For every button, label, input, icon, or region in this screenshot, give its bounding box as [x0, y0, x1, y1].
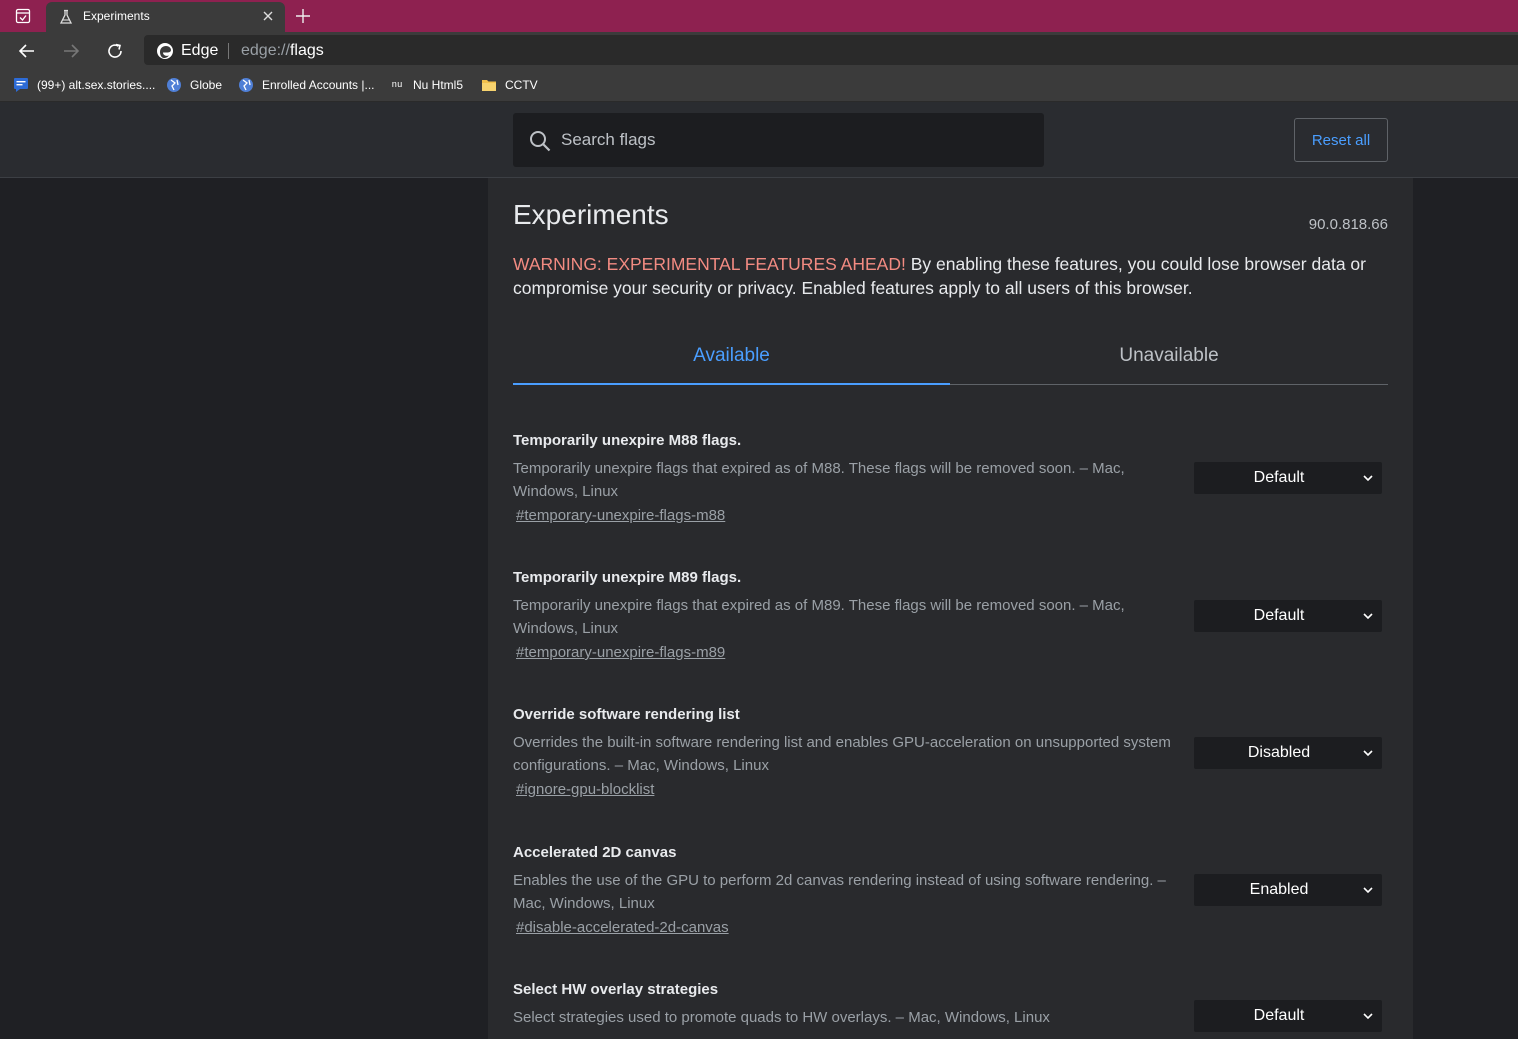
flag-name: Select HW overlay strategies [513, 981, 719, 998]
chevron-down-icon [1363, 750, 1373, 757]
bookmark-item[interactable]: Enrolled Accounts |... [238, 76, 375, 94]
version-label: 90.0.818.66 [1308, 216, 1388, 233]
url-path: flags [289, 42, 324, 59]
warning-strong: WARNING: EXPERIMENTAL FEATURES AHEAD! [513, 254, 906, 274]
flag-name: Override software rendering list [513, 706, 740, 723]
bookmark-folder[interactable]: CCTV [481, 76, 538, 94]
flag-select-value: Disabled [1247, 744, 1311, 761]
flag-select[interactable]: Enabled [1194, 874, 1382, 906]
bookmark-label: Globe [190, 78, 223, 92]
flag-item: Override software rendering list Overrid… [513, 706, 1388, 826]
flags-tabs: Available Unavailable [513, 328, 1388, 385]
url-scheme: edge:// [241, 42, 290, 59]
flag-select[interactable]: Default [1194, 600, 1382, 632]
tab-unavailable[interactable]: Unavailable [950, 328, 1388, 385]
flag-description: Temporarily unexpire flags that expired … [513, 597, 1125, 637]
bookmark-label: (99+) alt.sex.stories.... [37, 78, 156, 92]
flag-description: Enables the use of the GPU to perform 2d… [513, 872, 1166, 912]
forward-icon[interactable] [61, 41, 81, 61]
folder-icon [482, 80, 496, 91]
chevron-down-icon [1363, 613, 1373, 620]
close-tab-icon[interactable] [261, 9, 275, 23]
address-bar[interactable]: Edge edge://flags [144, 35, 1518, 65]
search-box[interactable] [513, 113, 1044, 167]
flag-item: Temporarily unexpire M88 flags. Temporar… [513, 432, 1388, 552]
warning-message: WARNING: EXPERIMENTAL FEATURES AHEAD! By… [513, 252, 1373, 300]
chevron-down-icon [1363, 1013, 1373, 1020]
bookmark-label: CCTV [505, 78, 538, 92]
flag-name: Temporarily unexpire M88 flags. [513, 432, 742, 449]
chevron-down-icon [1363, 475, 1373, 482]
flag-description: Temporarily unexpire flags that expired … [513, 460, 1125, 500]
experiments-panel: Experiments 90.0.818.66 WARNING: EXPERIM… [488, 178, 1413, 1039]
flag-select[interactable]: Default [1194, 462, 1382, 494]
address-divider [228, 43, 229, 59]
url-text[interactable]: edge://flags [241, 42, 324, 60]
flag-select[interactable]: Disabled [1194, 737, 1382, 769]
bookmark-label: Nu Html5 [413, 78, 464, 92]
flag-link[interactable]: #temporary-unexpire-flags-m88 [516, 507, 725, 524]
flag-select-value: Enabled [1249, 881, 1309, 898]
chat-icon [14, 78, 28, 92]
flask-icon [59, 9, 73, 24]
edge-logo-icon [157, 43, 173, 59]
tab-actions-icon [15, 8, 31, 24]
flag-description: Select strategies used to promote quads … [513, 1009, 1050, 1026]
globe-icon [239, 78, 253, 92]
bookmarks-bar: (99+) alt.sex.stories.... Globe Enrolled… [0, 68, 1518, 102]
back-icon[interactable] [17, 41, 37, 61]
flag-link[interactable]: #ignore-gpu-blocklist [516, 781, 654, 798]
page-title: Experiments [513, 199, 669, 230]
flag-select-value: Default [1253, 1007, 1305, 1024]
refresh-icon[interactable] [105, 41, 125, 61]
search-icon [530, 131, 551, 152]
flags-header: Reset all [0, 102, 1518, 178]
flag-link[interactable]: #disable-accelerated-2d-canvas [516, 919, 729, 936]
flag-name: Accelerated 2D canvas [513, 844, 677, 861]
toolbar: Edge edge://flags [0, 32, 1518, 68]
search-input[interactable] [559, 127, 1029, 153]
tab-available[interactable]: Available [513, 328, 950, 385]
flag-select[interactable]: Default [1194, 1000, 1382, 1032]
bookmark-item[interactable]: nu Nu Html5 [389, 76, 463, 94]
flag-name: Temporarily unexpire M89 flags. [513, 569, 742, 586]
bookmark-item[interactable]: Globe [166, 76, 222, 94]
active-tab[interactable]: Experiments [46, 2, 285, 32]
tab-strip: Experiments [0, 0, 1518, 32]
tab-title: Experiments [83, 9, 150, 23]
flag-item: Temporarily unexpire M89 flags. Temporar… [513, 569, 1388, 689]
tab-actions-button[interactable] [0, 0, 46, 32]
bookmark-label: Enrolled Accounts |... [262, 78, 375, 92]
nu-html-icon: nu [391, 80, 403, 90]
flag-select-value: Default [1253, 469, 1305, 486]
flag-item: Accelerated 2D canvas Enables the use of… [513, 844, 1388, 964]
flag-description: Overrides the built-in software renderin… [513, 734, 1171, 774]
reset-all-button[interactable]: Reset all [1294, 118, 1388, 162]
flag-select-value: Default [1253, 607, 1305, 624]
bookmark-item[interactable]: (99+) alt.sex.stories.... [13, 76, 155, 94]
flag-link[interactable]: #temporary-unexpire-flags-m89 [516, 644, 725, 661]
globe-icon [167, 78, 181, 92]
address-brand: Edge [181, 42, 219, 59]
flag-item: Select HW overlay strategies Select stra… [513, 981, 1388, 1039]
new-tab-icon[interactable] [294, 7, 312, 25]
chevron-down-icon [1363, 887, 1373, 894]
